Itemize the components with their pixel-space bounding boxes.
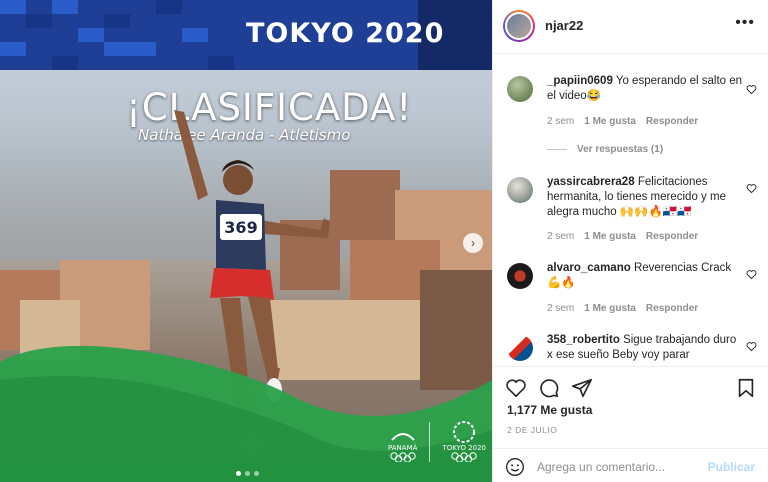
- share-paper-plane-icon[interactable]: [571, 377, 593, 399]
- comment-age: 2 sem: [547, 116, 575, 127]
- post-image[interactable]: TOKYO 2020 ¡CLASIFICADA! Nathalee Aranda…: [0, 0, 492, 482]
- comment-avatar[interactable]: [507, 76, 533, 102]
- like-heart-icon[interactable]: [505, 377, 527, 399]
- tokyo-logo-text: TOKYO 2020: [442, 444, 486, 452]
- comment-avatar[interactable]: [507, 177, 533, 203]
- carousel-dot[interactable]: [236, 471, 241, 476]
- instagram-post-view: TOKYO 2020 ¡CLASIFICADA! Nathalee Aranda…: [0, 0, 768, 482]
- post-date[interactable]: 2 DE JULIO: [507, 425, 557, 435]
- view-replies-label: Ver respuestas (1): [577, 144, 664, 155]
- post-author-username[interactable]: njar22: [545, 18, 583, 33]
- reply-button[interactable]: Responder: [646, 303, 698, 314]
- heart-icon[interactable]: [746, 183, 757, 194]
- comment-age: 2 sem: [547, 303, 575, 314]
- comment-username[interactable]: alvaro_camano: [547, 262, 631, 274]
- comment-avatar[interactable]: [507, 335, 533, 361]
- post-actions-bar: [493, 366, 768, 406]
- reply-button[interactable]: Responder: [646, 231, 698, 242]
- heart-icon[interactable]: [746, 341, 757, 352]
- comment-meta: 2 sem 1 Me gusta Responder: [547, 231, 698, 242]
- view-replies-button[interactable]: Ver respuestas (1): [547, 144, 663, 155]
- carousel-dot[interactable]: [245, 471, 250, 476]
- comment-meta: 2 sem 1 Me gusta Responder: [547, 116, 698, 127]
- comment-input[interactable]: [537, 457, 697, 477]
- banner-title: TOKYO 2020: [246, 18, 445, 49]
- comment-username[interactable]: yassircabrera28: [547, 176, 635, 188]
- chevron-right-icon: ›: [471, 236, 475, 250]
- sponsor-logos: PANAMÁ TOKYO 2020: [388, 420, 486, 462]
- heart-icon[interactable]: [746, 269, 757, 280]
- heart-icon[interactable]: [746, 84, 757, 95]
- comment-bubble-icon[interactable]: [538, 377, 560, 399]
- tokyo-banner: TOKYO 2020: [0, 0, 492, 70]
- comment-age: 2 sem: [547, 231, 575, 242]
- comment-username[interactable]: 358_robertito: [547, 334, 620, 346]
- more-options-icon[interactable]: •••: [735, 14, 755, 32]
- tokyo-2020-logo: TOKYO 2020: [442, 420, 486, 462]
- comment-text: alvaro_camano Reverencias Crack 💪🔥: [547, 261, 743, 291]
- bookmark-icon[interactable]: [735, 377, 757, 399]
- post-header: njar22 •••: [493, 0, 768, 54]
- comment-username[interactable]: _papiin0609: [547, 75, 613, 87]
- bib-number: 369: [224, 218, 257, 237]
- publish-button[interactable]: Publicar: [708, 460, 755, 474]
- panama-olympic-logo: PANAMÁ: [388, 428, 417, 462]
- comment-meta: 2 sem 1 Me gusta Responder: [547, 303, 698, 314]
- comment-likes[interactable]: 1 Me gusta: [584, 303, 636, 314]
- like-count[interactable]: 1,177 Me gusta: [507, 403, 592, 417]
- post-side-panel: njar22 ••• _papiin0609 Yo esperando el s…: [492, 0, 768, 482]
- comment-avatar[interactable]: [507, 263, 533, 289]
- comment-text: _papiin0609 Yo esperando el salto en el …: [547, 74, 743, 104]
- emoji-icon[interactable]: [505, 457, 525, 477]
- comment-list[interactable]: _papiin0609 Yo esperando el salto en el …: [493, 55, 768, 365]
- comment-likes[interactable]: 1 Me gusta: [584, 231, 636, 242]
- comment-composer: Publicar: [493, 448, 768, 482]
- comment-likes[interactable]: 1 Me gusta: [584, 116, 636, 127]
- panama-logo-text: PANAMÁ: [388, 444, 418, 452]
- carousel-next-button[interactable]: ›: [463, 233, 483, 253]
- carousel-dot[interactable]: [254, 471, 259, 476]
- carousel-dots: [236, 471, 259, 476]
- avatar[interactable]: [503, 10, 535, 42]
- reply-button[interactable]: Responder: [646, 116, 698, 127]
- comment-text: 358_robertito Sigue trabajando duro x es…: [547, 333, 743, 363]
- comment-text: yassircabrera28 Felicitaciones hermanita…: [547, 175, 743, 220]
